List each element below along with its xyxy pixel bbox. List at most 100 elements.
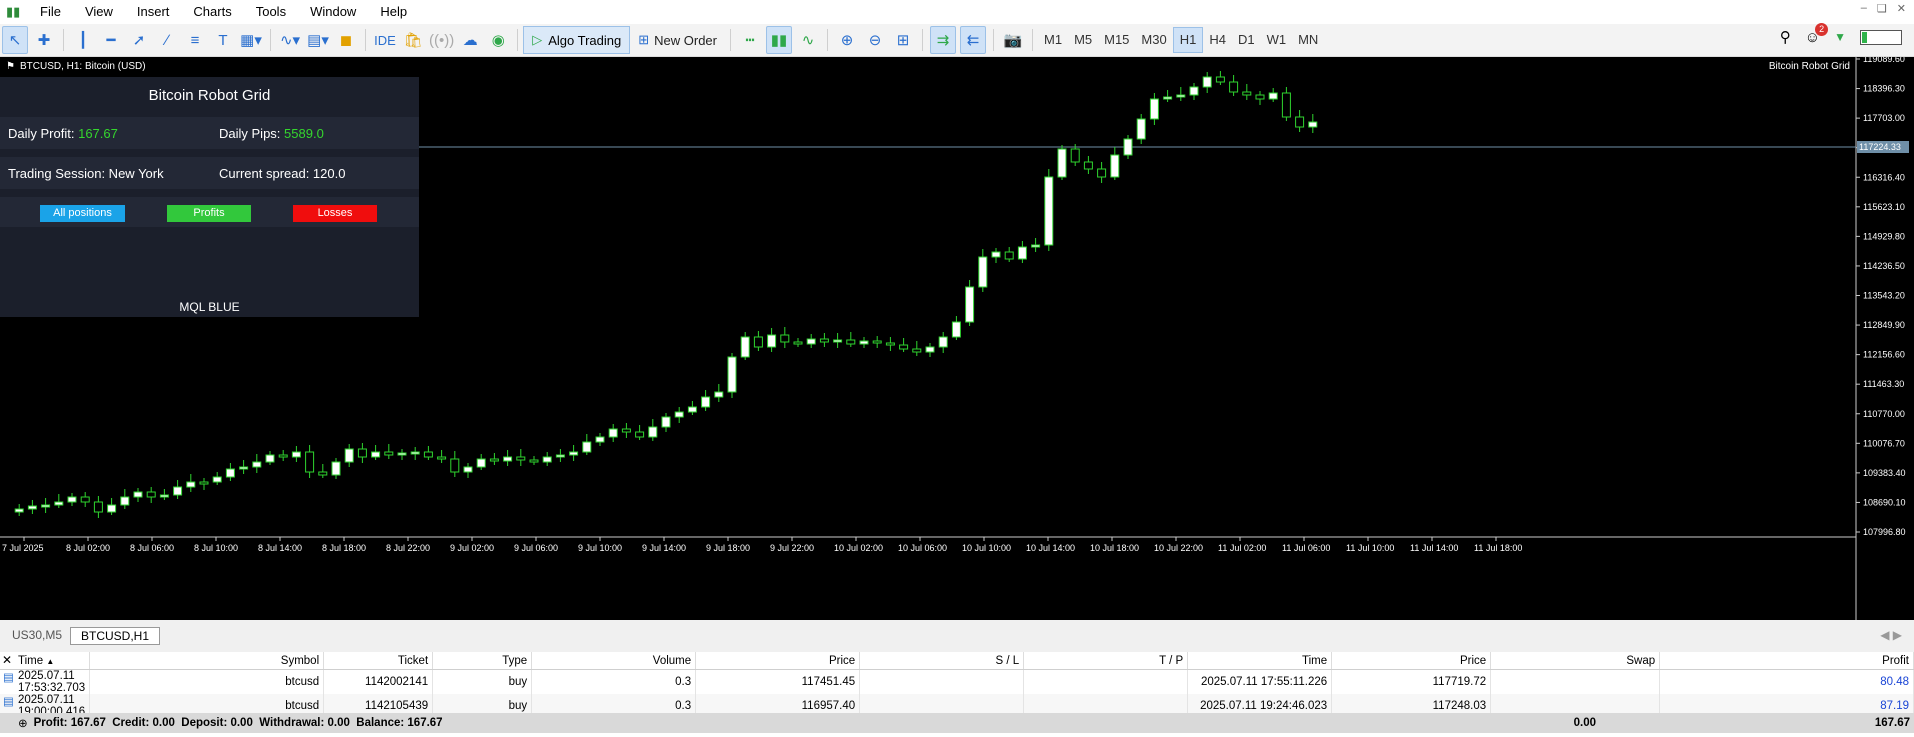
community-icon[interactable]: ◉: [486, 27, 510, 53]
menu-file[interactable]: File: [28, 0, 73, 24]
restore-icon[interactable]: ❑: [1877, 2, 1887, 15]
templates-icon[interactable]: ▤▾: [306, 27, 330, 53]
col-time[interactable]: Time ▲: [0, 652, 91, 670]
horizontal-line-icon[interactable]: ━: [99, 27, 123, 53]
signal-strength-icon: ▼: [1834, 30, 1846, 44]
col-type[interactable]: Type: [432, 652, 533, 670]
shapes-icon[interactable]: ▦▾: [239, 27, 263, 53]
col-close-price[interactable]: Price: [1331, 652, 1492, 670]
col-sl[interactable]: S / L: [859, 652, 1025, 670]
menu-charts[interactable]: Charts: [181, 0, 243, 24]
crosshair-icon[interactable]: ✚: [32, 27, 56, 53]
dollar-icon[interactable]: ◼: [334, 27, 358, 53]
new-order-button[interactable]: ⊞ New Order: [632, 27, 723, 53]
channel-icon[interactable]: ∕: [155, 27, 179, 53]
daily-profit-label: Daily Profit:: [8, 125, 75, 141]
tf-m1[interactable]: M1: [1038, 28, 1068, 52]
col-ticket[interactable]: Ticket: [323, 652, 434, 670]
menu-window[interactable]: Window: [298, 0, 368, 24]
zoom-in-icon[interactable]: ⊕: [835, 27, 859, 53]
candle-body: [225, 468, 235, 478]
notification-badge: 2: [1815, 22, 1829, 36]
table-row[interactable]: ▤ 2025.07.11 17:53:32.703 btcusd 11420021…: [0, 669, 1914, 694]
col-tp[interactable]: T / P: [1023, 652, 1189, 670]
all-positions-button[interactable]: All positions: [40, 205, 125, 222]
vps-icon[interactable]: ☁: [458, 27, 482, 53]
tf-h4[interactable]: H4: [1203, 28, 1232, 52]
menu-help[interactable]: Help: [368, 0, 419, 24]
col-price[interactable]: Price: [695, 652, 861, 670]
menu-view[interactable]: View: [73, 0, 125, 24]
col-symbol[interactable]: Symbol: [89, 652, 325, 670]
losses-button[interactable]: Losses: [293, 205, 377, 222]
indicators-icon[interactable]: ∿▾: [278, 27, 302, 53]
candle-body: [978, 256, 988, 288]
menu-insert[interactable]: Insert: [125, 0, 182, 24]
tab-us30[interactable]: US30,M5: [2, 627, 72, 643]
robot-panel: Bitcoin Robot Grid Daily Profit: 167.67 …: [0, 77, 419, 317]
time-tick-label: 9 Jul 02:00: [450, 543, 494, 553]
daily-pips-value: 5589.0: [284, 125, 324, 141]
candle-body: [463, 466, 473, 473]
bar-chart-icon[interactable]: ┅: [738, 27, 762, 53]
candle-body: [133, 491, 143, 498]
current-spread: Current spread: 120.0: [219, 165, 346, 181]
vertical-line-icon[interactable]: ┃: [71, 27, 95, 53]
time-tick-label: 9 Jul 10:00: [578, 543, 622, 553]
market-icon[interactable]: 🛍: [401, 27, 425, 53]
tf-mn[interactable]: MN: [1292, 28, 1324, 52]
price-tick-label: 110770.00: [1863, 409, 1905, 419]
price-tick-label: 113543.20: [1863, 291, 1905, 301]
notifications-icon[interactable]: ☺ 2: [1805, 22, 1829, 46]
line-chart-icon[interactable]: ∿: [796, 27, 820, 53]
candle-body: [885, 342, 895, 346]
close-panel-icon[interactable]: ✕: [2, 653, 12, 667]
col-swap[interactable]: Swap: [1490, 652, 1661, 670]
chart-shift-icon[interactable]: ⇇: [960, 26, 986, 54]
text-icon[interactable]: T: [211, 27, 235, 53]
candlestick-icon[interactable]: ▮▮: [766, 26, 792, 54]
tab-btcusd[interactable]: BTCUSD,H1: [70, 627, 161, 645]
price-tick-label: 115623.10: [1863, 202, 1905, 212]
candle-body: [925, 346, 935, 353]
menu-tools[interactable]: Tools: [244, 0, 298, 24]
col-profit[interactable]: Profit: [1659, 652, 1914, 670]
tf-h1[interactable]: H1: [1172, 27, 1204, 53]
trend-line-icon[interactable]: ➚: [127, 27, 151, 53]
summary-plus-icon[interactable]: ⊕: [18, 716, 28, 730]
candle-body: [14, 508, 24, 513]
price-tick-label: 108690.10: [1863, 497, 1906, 507]
candle-body: [1189, 86, 1199, 96]
tab-scroll-arrows-icon[interactable]: ◀ ▶: [1880, 628, 1902, 642]
fibonacci-icon[interactable]: ≡: [183, 27, 207, 53]
autoscroll-icon[interactable]: ⇉: [930, 26, 956, 54]
tf-m30[interactable]: M30: [1135, 28, 1172, 52]
algo-trading-button[interactable]: ▷ Algo Trading: [523, 26, 631, 54]
tile-windows-icon[interactable]: ⊞: [891, 27, 915, 53]
candle-body: [1083, 161, 1093, 170]
candle-body: [344, 448, 354, 463]
signals-icon[interactable]: ((•)): [429, 27, 454, 53]
candle-body: [529, 459, 539, 463]
profits-button[interactable]: Profits: [167, 205, 251, 222]
time-tick-label: 10 Jul 06:00: [898, 543, 947, 553]
cursor-icon[interactable]: ↖: [2, 26, 28, 54]
zoom-out-icon[interactable]: ⊖: [863, 27, 887, 53]
minimize-icon[interactable]: –: [1861, 2, 1867, 15]
tf-m15[interactable]: M15: [1098, 28, 1135, 52]
screenshot-icon[interactable]: 📷: [1001, 27, 1025, 53]
candle-body: [357, 448, 367, 458]
close-icon[interactable]: ✕: [1897, 2, 1906, 15]
col-volume[interactable]: Volume: [531, 652, 697, 670]
col-close-time[interactable]: Time: [1187, 652, 1333, 670]
candle-body: [516, 456, 526, 461]
ide-button[interactable]: IDE: [373, 27, 397, 53]
candle-body: [661, 416, 671, 428]
menu-bar: ▮▮ File View Insert Charts Tools Window …: [0, 0, 1914, 24]
tf-m5[interactable]: M5: [1068, 28, 1098, 52]
price-tick-label: 114929.80: [1863, 231, 1905, 241]
tf-d1[interactable]: D1: [1232, 28, 1261, 52]
search-icon[interactable]: ⚲: [1780, 28, 1791, 46]
tf-w1[interactable]: W1: [1261, 28, 1293, 52]
price-chart[interactable]: 119089.60118396.30117703.00117009.701163…: [0, 57, 1914, 620]
